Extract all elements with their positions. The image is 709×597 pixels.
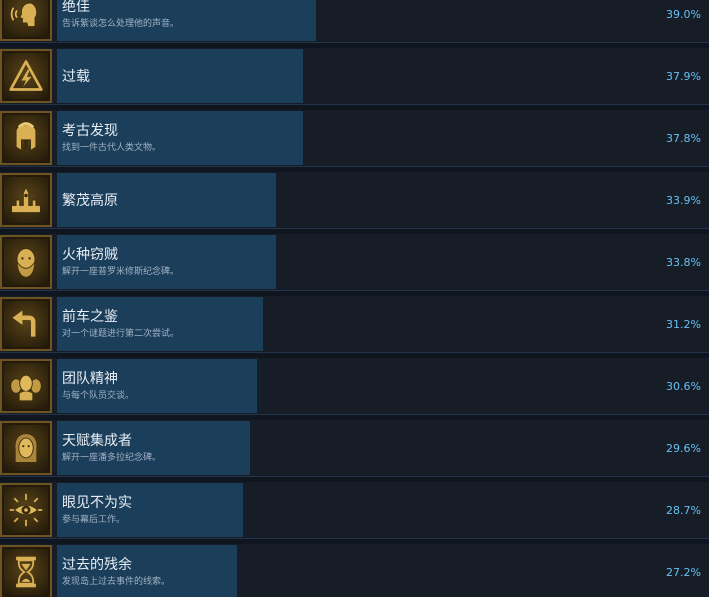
achievement-description: 与每个队员交谈。 — [62, 391, 135, 401]
achievement-percent: 31.2% — [666, 318, 701, 331]
achievement-row: 团队精神 与每个队员交谈。 30.6% — [0, 358, 709, 415]
achievement-title: 绝佳 — [62, 0, 90, 15]
completion-bar — [57, 49, 303, 103]
achievement-percent: 27.2% — [666, 566, 701, 579]
achievement-percent: 29.6% — [666, 442, 701, 455]
hourglass-icon — [0, 545, 52, 597]
achievement-title: 天赋集成者 — [62, 433, 132, 449]
return-arrow-icon — [0, 297, 52, 351]
bearded-head-icon — [0, 235, 52, 289]
achievement-title: 过去的残余 — [62, 557, 132, 573]
achievement-description: 找到一件古代人类文物。 — [62, 143, 162, 153]
achievement-row: 前车之鉴 对一个谜题进行第二次尝试。 31.2% — [0, 296, 709, 353]
achievement-description: 解开一座普罗米修斯纪念碑。 — [62, 267, 180, 277]
achievement-title: 眼见不为实 — [62, 495, 132, 511]
achievement-row: 眼见不为实 参与幕后工作。 28.7% — [0, 482, 709, 539]
radiant-eye-icon — [0, 483, 52, 537]
achievement-row: 繁茂高原 33.9% — [0, 172, 709, 229]
achievement-percent: 37.9% — [666, 70, 701, 83]
achievement-percent: 37.8% — [666, 132, 701, 145]
achievement-row: 绝佳 告诉紫谈怎么处理他的声音。 39.0% — [0, 0, 709, 43]
achievement-description: 告诉紫谈怎么处理他的声音。 — [62, 19, 180, 29]
achievement-row: 火种窃贼 解开一座普罗米修斯纪念碑。 33.8% — [0, 234, 709, 291]
achievement-percent: 33.8% — [666, 256, 701, 269]
achievement-description: 对一个谜题进行第二次尝试。 — [62, 329, 180, 339]
achievement-description: 解开一座潘多拉纪念碑。 — [62, 453, 162, 463]
achievement-title: 过载 — [62, 69, 90, 85]
female-head-icon — [0, 421, 52, 475]
speaking-head-icon — [0, 0, 52, 41]
achievement-title: 团队精神 — [62, 371, 118, 387]
achievement-title: 繁茂高原 — [62, 193, 118, 209]
achievement-percent: 39.0% — [666, 8, 701, 21]
three-heads-icon — [0, 359, 52, 413]
achievement-row: 过去的残余 发现岛上过去事件的线索。 27.2% — [0, 544, 709, 597]
achievement-row: 考古发现 找到一件古代人类文物。 37.8% — [0, 110, 709, 167]
achievement-row: 过载 37.9% — [0, 48, 709, 105]
achievement-row: 天赋集成者 解开一座潘多拉纪念碑。 29.6% — [0, 420, 709, 477]
spartan-helmet-icon — [0, 111, 52, 165]
achievement-description: 参与幕后工作。 — [62, 515, 126, 525]
lightning-warning-icon — [0, 49, 52, 103]
achievement-list: 绝佳 告诉紫谈怎么处理他的声音。 39.0% 过载 37.9% 考古发现 找到一… — [0, 0, 709, 597]
achievement-title: 火种窃贼 — [62, 247, 118, 263]
achievement-percent: 28.7% — [666, 504, 701, 517]
achievement-title: 考古发现 — [62, 123, 118, 139]
achievement-description: 发现岛上过去事件的线索。 — [62, 577, 171, 587]
achievement-title: 前车之鉴 — [62, 309, 118, 325]
city-skyline-icon — [0, 173, 52, 227]
achievement-percent: 33.9% — [666, 194, 701, 207]
achievement-percent: 30.6% — [666, 380, 701, 393]
